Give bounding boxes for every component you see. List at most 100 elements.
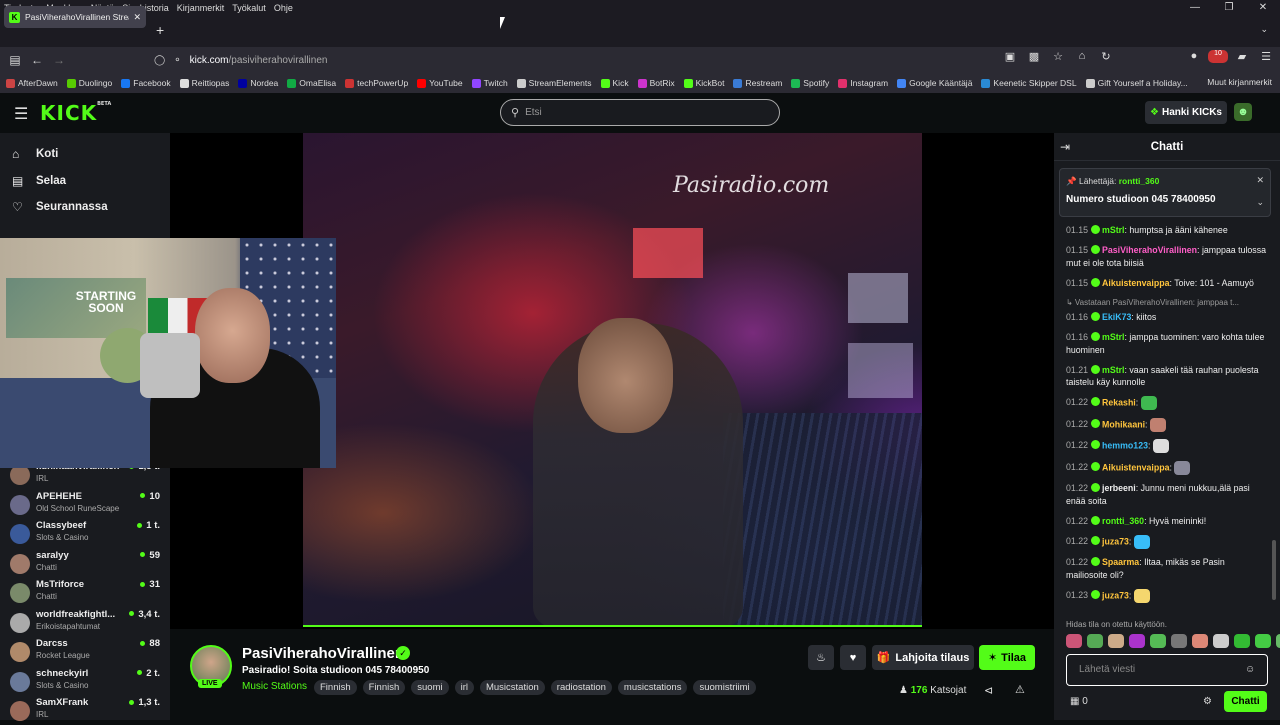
emote-icon[interactable] bbox=[1087, 634, 1103, 648]
url-bar[interactable]: ◯ ⚬ kick.com/pasiviherahovirallinen bbox=[154, 51, 1082, 70]
chat-message[interactable]: 01.22 jerbeeni: Junnu meni nukkuu,älä pas… bbox=[1066, 482, 1266, 507]
message-user[interactable]: rontti_360 bbox=[1102, 516, 1144, 526]
chat-scrollbar[interactable] bbox=[1272, 540, 1276, 600]
bookmark-item[interactable]: Nordea bbox=[238, 78, 278, 88]
user-avatar[interactable]: ☻ bbox=[1234, 103, 1252, 121]
message-user[interactable]: hemmo123 bbox=[1102, 440, 1148, 450]
message-user[interactable]: Rekashi bbox=[1102, 397, 1136, 407]
emote-icon[interactable] bbox=[1129, 634, 1145, 648]
bookmark-item[interactable]: Gift Yourself a Holiday... bbox=[1085, 78, 1188, 88]
chat-message[interactable]: 01.15 mStrl: humptsa ja ääni kähenee bbox=[1066, 224, 1266, 237]
bookmark-star-icon[interactable]: ☆ bbox=[1048, 50, 1068, 63]
message-user[interactable]: EkiK73 bbox=[1102, 312, 1131, 322]
sidebar-channel[interactable]: schneckyirl Slots & Casino 2 t. bbox=[10, 668, 160, 696]
chat-message-input[interactable]: Lähetä viesti bbox=[1066, 654, 1268, 686]
forward-icon[interactable]: → bbox=[48, 53, 70, 67]
bookmark-item[interactable]: Google Kääntäjä bbox=[897, 78, 972, 88]
bookmark-item[interactable]: AfterDawn bbox=[6, 78, 58, 88]
message-user[interactable]: Aikuistenvaippa bbox=[1102, 278, 1169, 288]
bookmark-item[interactable]: Reittiopas bbox=[179, 78, 229, 88]
bookmark-item[interactable]: BotRix bbox=[637, 78, 675, 88]
emote-icon[interactable] bbox=[1234, 634, 1250, 648]
follow-button[interactable]: ♥ bbox=[840, 645, 866, 670]
chat-message[interactable]: 01.21 mStrl: vaan saakeli tää rauhan puol… bbox=[1066, 364, 1266, 389]
sidebar-item-selaa[interactable]: ▤ Selaa bbox=[12, 174, 66, 188]
sidebar-channel[interactable]: Classybeef Slots & Casino 1 t. bbox=[10, 520, 160, 548]
menu-item-4[interactable]: Kirjanmerkit bbox=[173, 3, 229, 13]
stream-tag[interactable]: Finnish bbox=[314, 680, 357, 695]
chat-message[interactable]: 01.22 rontti_360: Hyvä meininki! bbox=[1066, 515, 1266, 528]
chat-message[interactable]: 01.23 juza73: bbox=[1066, 588, 1266, 603]
stream-tag[interactable]: irl bbox=[454, 680, 474, 695]
chat-message[interactable]: 01.22 Mohikaani: bbox=[1066, 417, 1266, 432]
menu-item-6[interactable]: Ohje bbox=[270, 3, 297, 13]
kick-logo[interactable]: KICKBETA bbox=[40, 101, 111, 125]
pinned-message[interactable]: 📌 Lähettäjä: rontti_360 Numero studioon … bbox=[1059, 168, 1271, 217]
sidebar-channel[interactable]: worldfreakfightl... Erikoistapahtumat 3,4 … bbox=[10, 609, 160, 637]
message-user[interactable]: jerbeeni bbox=[1102, 483, 1136, 493]
chat-message[interactable]: 01.22 Aikuistenvaippa: bbox=[1066, 460, 1266, 475]
tab-close-icon[interactable]: ✕ bbox=[133, 12, 141, 23]
shield-icon[interactable]: ◯ bbox=[154, 55, 165, 66]
channel-points[interactable]: ▦ 0 bbox=[1070, 696, 1088, 707]
message-user[interactable]: Mohikaani bbox=[1102, 419, 1145, 429]
bookmark-item[interactable]: Keenetic Skipper DSL bbox=[981, 78, 1077, 88]
bookmark-item[interactable]: StreamElements bbox=[516, 78, 592, 88]
chat-settings-icon[interactable]: ⚙ bbox=[1203, 696, 1212, 707]
emote-icon[interactable] bbox=[1150, 634, 1166, 648]
gift-subscription-button[interactable]: 🎁 Lahjoita tilaus bbox=[872, 645, 974, 670]
emote-icon[interactable] bbox=[1276, 634, 1280, 648]
message-user[interactable]: mStrl bbox=[1102, 225, 1125, 235]
emote-icon[interactable] bbox=[1171, 634, 1187, 648]
picture-in-picture-icon[interactable]: ▣ bbox=[1000, 50, 1020, 63]
get-kicks-button[interactable]: ❖ Hanki KICKs bbox=[1145, 101, 1227, 124]
back-icon[interactable]: ← bbox=[26, 53, 48, 67]
chat-message[interactable]: 01.22 Spaarma: Iltaa, mikäs se Pasin mail… bbox=[1066, 556, 1266, 581]
stream-tag[interactable]: musicstations bbox=[617, 680, 688, 695]
chat-message[interactable]: 01.15 Aikuistenvaippa: Toive: 101 - Aamuy… bbox=[1066, 277, 1266, 290]
site-info-icon[interactable]: ⚬ bbox=[173, 55, 181, 66]
bookmark-item[interactable]: Restream bbox=[733, 78, 782, 88]
message-user[interactable]: juza73 bbox=[1102, 590, 1129, 600]
extensions-icon[interactable]: ▰ bbox=[1232, 50, 1252, 63]
search-input[interactable]: ⚲ Etsi bbox=[500, 99, 780, 126]
browser-tab-active[interactable]: K PasiViherahoVirallinen Stream ✕ bbox=[4, 6, 146, 28]
stream-tag[interactable]: Musicstation bbox=[479, 680, 545, 695]
new-tab-icon[interactable]: + bbox=[156, 22, 164, 38]
extension-badge[interactable]: 10 bbox=[1208, 50, 1228, 63]
stream-video[interactable]: Pasiradio.com bbox=[303, 133, 922, 627]
emote-picker-icon[interactable]: ☺ bbox=[1245, 664, 1255, 675]
stream-tag[interactable]: suomi bbox=[411, 680, 449, 695]
chat-message[interactable]: 01.22 hemmo123: bbox=[1066, 439, 1266, 453]
message-user[interactable]: mStrl bbox=[1102, 365, 1125, 375]
emote-icon[interactable] bbox=[1192, 634, 1208, 648]
chat-send-button[interactable]: Chatti bbox=[1224, 691, 1267, 712]
stream-tag[interactable]: suomistriimi bbox=[693, 680, 756, 695]
emote-icon[interactable] bbox=[1066, 634, 1082, 648]
pinned-user[interactable]: rontti_360 bbox=[1119, 176, 1160, 186]
emote-icon[interactable] bbox=[1255, 634, 1271, 648]
sidebar-channel[interactable]: APEHEHE Old School RuneScape 10 bbox=[10, 491, 160, 519]
other-bookmarks[interactable]: Muut kirjanmerkit bbox=[1207, 77, 1272, 87]
stream-tag[interactable]: Finnish bbox=[362, 680, 406, 695]
sidebar-toggle-icon[interactable]: ▤ bbox=[4, 53, 26, 67]
sidebar-item-koti[interactable]: ⌂ Koti bbox=[12, 147, 58, 161]
message-user[interactable]: Aikuistenvaippa bbox=[1102, 462, 1169, 472]
share-icon[interactable]: ⊲ bbox=[984, 684, 993, 697]
stream-category[interactable]: Music Stations bbox=[242, 681, 307, 692]
chat-message[interactable]: 01.15 PasiViherahoVirallinen: jamppaa tul… bbox=[1066, 244, 1266, 269]
subscribe-button[interactable]: ✶ Tilaa bbox=[979, 645, 1035, 670]
save-page-icon[interactable]: ▩ bbox=[1024, 50, 1044, 63]
minimize-icon[interactable]: — bbox=[1178, 0, 1212, 16]
notification-bell-button[interactable]: ♨ bbox=[808, 645, 834, 670]
emote-icon[interactable] bbox=[1213, 634, 1229, 648]
stream-tag[interactable]: radiostation bbox=[550, 680, 612, 695]
home-icon[interactable]: ⌂ bbox=[1072, 50, 1092, 63]
chat-message[interactable]: 01.16 mStrl: jamppa tuominen: varo kohta … bbox=[1066, 331, 1266, 356]
bookmark-item[interactable]: Spotify bbox=[791, 78, 829, 88]
expand-chevron-icon[interactable]: ⌄ bbox=[1256, 197, 1264, 208]
sidebar-channel[interactable]: saralyy Chatti 59 bbox=[10, 550, 160, 578]
bookmark-item[interactable]: techPowerUp bbox=[345, 78, 408, 88]
sidebar-channel[interactable]: Darcss Rocket League 88 bbox=[10, 638, 160, 666]
report-icon[interactable]: ⚠ bbox=[1015, 683, 1025, 696]
